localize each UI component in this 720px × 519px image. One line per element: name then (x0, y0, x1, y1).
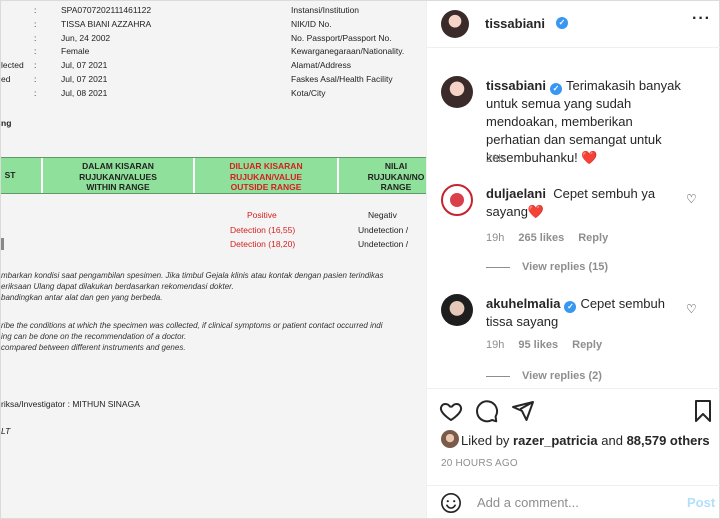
field-value-collected: Jul, 07 2021 (61, 60, 108, 70)
result-reference: Negativ (368, 210, 397, 220)
footer-fragment: LT (1, 426, 11, 436)
red-heart-emoji: ❤️ (527, 204, 545, 219)
header-outside-range: DILUAR KISARAN RUJUKAN/VALUE OUTSIDE RAN… (229, 161, 303, 192)
add-comment-bar: Post (427, 485, 720, 518)
comment-time[interactable]: 19h (486, 232, 504, 244)
field-right-label: Instansi/Institution (291, 5, 360, 15)
field-right-label: Kota/City (291, 88, 326, 98)
comment-meta: 19h 265 likes Reply (486, 232, 622, 244)
save-bookmark-icon[interactable] (691, 399, 715, 423)
reply-button[interactable]: Reply (578, 232, 608, 244)
field-value-result-date: Jul, 08 2021 (61, 88, 108, 98)
caption-time[interactable]: 20h (486, 153, 504, 165)
liked-by-others[interactable]: 88,579 others (627, 433, 710, 448)
section-fragment: ng (1, 118, 12, 128)
note-en-line: ing can be done on the recommendation of… (1, 332, 187, 341)
field-right-label: Faskes Asal/Health Facility (291, 74, 393, 84)
field-label: ed (1, 74, 11, 84)
header-reference-range: NILAI RUJUKAN/NO RANGE (367, 161, 425, 192)
comment: akuhelmalia ✓ Cepet sembuh tissa sayang (486, 295, 682, 331)
verified-badge-icon: ✓ (549, 83, 562, 95)
note-en-line: compared between different instruments a… (1, 343, 186, 352)
comment-meta: 19h 95 likes Reply (486, 339, 616, 351)
header-within-range: DALAM KISARAN RUJUKAN/VALUES WITHIN RANG… (79, 161, 157, 192)
field-value-specimen-id: SPA0707202111461122 (61, 5, 152, 15)
liker-avatar[interactable] (441, 430, 459, 448)
comment-likes[interactable]: 265 likes (518, 232, 564, 244)
post-comment-button[interactable]: Post (687, 495, 715, 510)
comment-username[interactable]: duljaelani (486, 186, 546, 201)
author-avatar[interactable] (441, 10, 469, 38)
verified-badge-icon: ✓ (564, 301, 577, 313)
liked-by: Liked by razer_patricia and 88,579 other… (461, 433, 710, 448)
comment-input[interactable] (477, 495, 677, 510)
field-value-name: TISSA BIANI AZZAHRA (61, 19, 152, 29)
like-comment-heart-icon[interactable]: ♡ (686, 302, 697, 316)
emoji-smiley-icon[interactable] (440, 492, 462, 514)
red-heart-emoji: ❤️ (581, 150, 598, 165)
comment-likes[interactable]: 95 likes (518, 339, 558, 351)
field-right-label: Alamat/Address (291, 60, 351, 70)
liked-by-user[interactable]: razer_patricia (513, 433, 598, 448)
comment-time[interactable]: 19h (486, 339, 504, 351)
result-outside: Detection (18,20) (230, 239, 296, 249)
verified-badge-icon: ✓ (556, 17, 568, 29)
note-en-line: ribe the conditions at which the specime… (1, 321, 383, 330)
caption-username[interactable]: tissabiani (486, 78, 546, 93)
post-age[interactable]: 20 HOURS AGO (441, 458, 518, 469)
result-outside: Positive (247, 210, 277, 220)
note-id-line: bandingkan antar alat dan gen yang berbe… (1, 293, 163, 302)
result-reference: Undetection / (358, 239, 409, 249)
share-paper-plane-icon[interactable] (511, 399, 535, 423)
field-value-gender: Female (61, 46, 90, 56)
header-test: ST (4, 170, 16, 180)
caption-avatar[interactable] (441, 76, 473, 108)
field-value-received: Jul, 07 2021 (61, 74, 108, 84)
investigator: riksa/Investigator : MITHUN SINAGA (1, 399, 140, 409)
note-id-line: mbarkan kondisi saat pengambilan spesime… (1, 271, 384, 280)
like-comment-heart-icon[interactable]: ♡ (686, 192, 697, 206)
like-heart-icon[interactable] (439, 399, 463, 423)
field-right-label: Kewarganegaraan/Nationality. (291, 46, 405, 56)
commenter-avatar[interactable] (441, 184, 473, 216)
view-replies-button[interactable]: View replies (2) (522, 370, 602, 382)
field-label: lected (1, 60, 24, 70)
field-right-label: NIK/ID No. (291, 19, 332, 29)
field-right-label: No. Passport/Passport No. (291, 33, 392, 43)
result-reference: Undetection / (358, 225, 409, 235)
comment-bubble-icon[interactable] (475, 399, 499, 423)
result-outside: Detection (16,55) (230, 225, 296, 235)
more-options-icon[interactable]: ··· (692, 10, 711, 28)
field-value-birthdate: Jun, 24 2002 (61, 33, 111, 43)
note-id-line: eriksaan Ulang dapat dilakukan berdasark… (1, 282, 234, 291)
comment: duljaelani Cepet sembuh ya sayang❤️ (486, 185, 682, 221)
results-table-header: ST DALAM KISARAN RUJUKAN/VALUES WITHIN R… (1, 157, 426, 194)
commenter-avatar[interactable] (441, 294, 473, 326)
post-image-lab-report: : SPA0707202111461122 Instansi/Instituti… (1, 1, 426, 518)
post-sidebar: tissabiani ✓ ··· tissabiani ✓ Terimakasih … (426, 1, 720, 518)
view-replies-button[interactable]: View replies (15) (522, 261, 608, 273)
caption: tissabiani ✓ Terimakasih banyak untuk semu… (486, 77, 686, 167)
reply-button[interactable]: Reply (572, 339, 602, 351)
author-username[interactable]: tissabiani (485, 16, 545, 31)
comment-username[interactable]: akuhelmalia (486, 296, 560, 311)
